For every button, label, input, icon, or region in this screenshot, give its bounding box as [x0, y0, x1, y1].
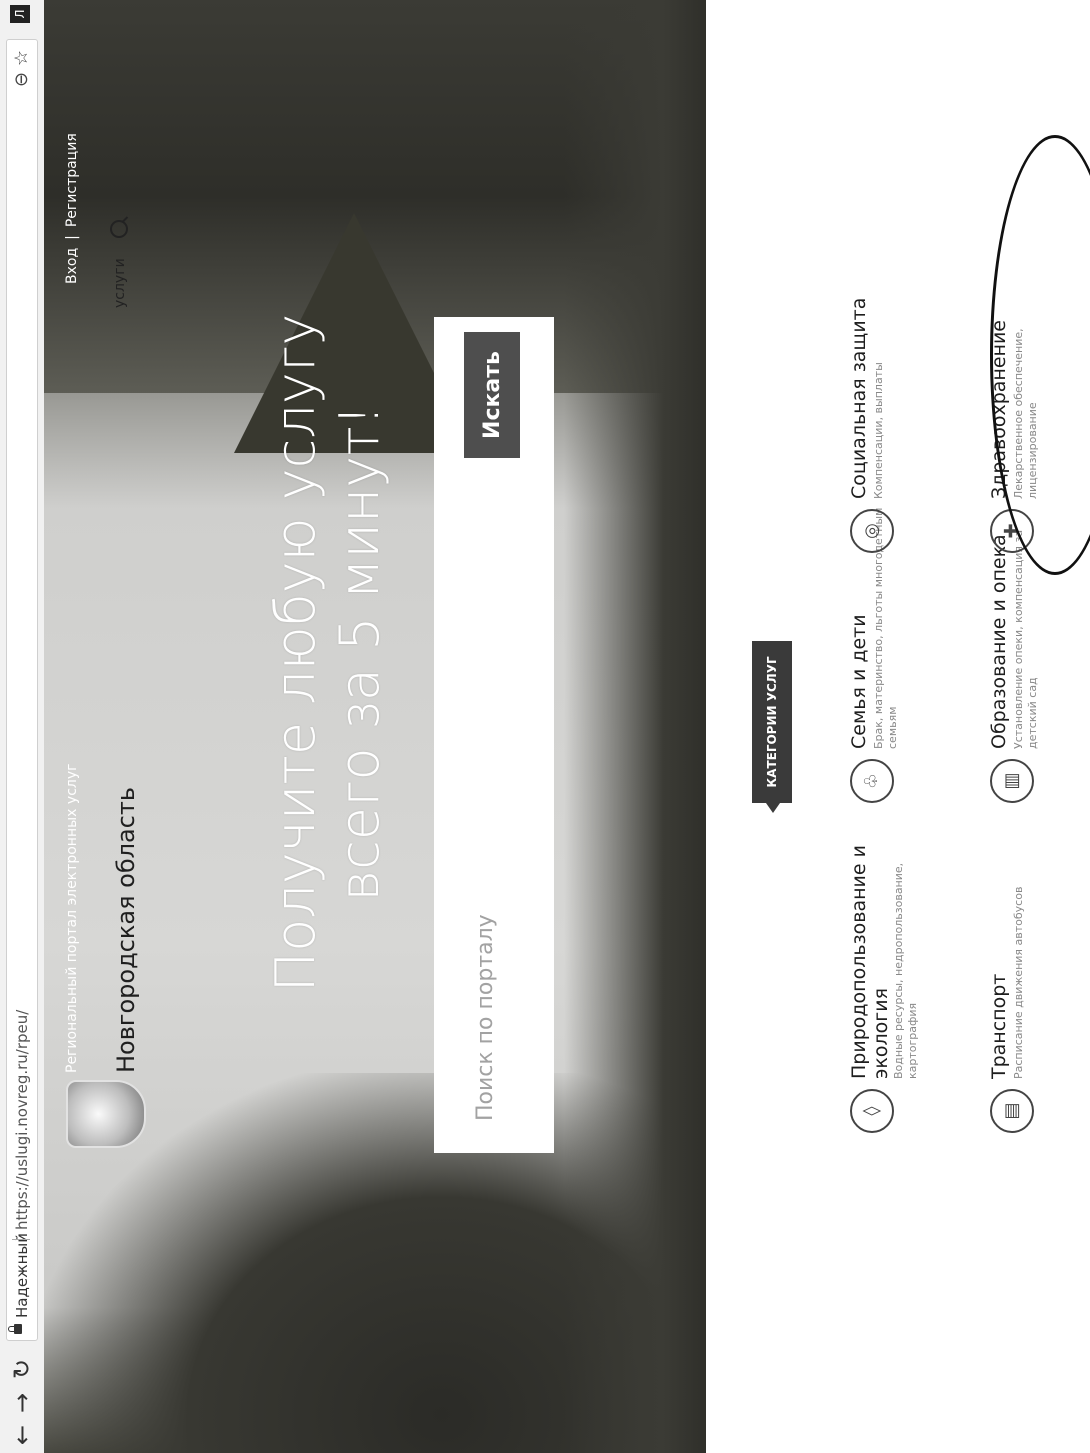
hero-headline-line2: всего за 5 минут!	[328, 404, 391, 902]
stroller-icon: ♧	[850, 759, 894, 803]
portal-search-box: Искать	[434, 317, 554, 1153]
hero-headline-line1: Получите любую услугу	[264, 313, 327, 993]
auth-links: Вход | Регистрация	[64, 129, 80, 288]
browser-toolbar: ← → ↻ Надежный https://uslugi.novreg.ru/…	[0, 0, 45, 1453]
page: ← → ↻ Надежный https://uslugi.novreg.ru/…	[0, 0, 1090, 1453]
hero-trees-bottom	[564, 0, 706, 1453]
book-icon: ▥	[990, 759, 1034, 803]
category-name: Транспорт	[988, 973, 1010, 1079]
login-link[interactable]: Вход	[64, 248, 80, 284]
bus-icon: ▤	[990, 1089, 1034, 1133]
category-name: Социальная защита	[848, 297, 870, 499]
region-title[interactable]: Новгородская область	[112, 787, 140, 1073]
portal-name: Региональный портал электронных услуг	[64, 763, 80, 1073]
auth-separator: |	[64, 235, 80, 240]
hero-banner: Региональный портал электронных услуг Но…	[44, 0, 706, 1453]
address-separator	[12, 1239, 30, 1240]
category-nature[interactable]: ◊ Природопользование и экология Водные р…	[848, 833, 950, 1133]
category-transport[interactable]: ▤ Транспорт Расписание движения автобусо…	[988, 833, 1090, 1133]
services-link[interactable]: услуги	[112, 258, 128, 308]
zoom-star-icons[interactable]: ⊖ ☆	[11, 50, 32, 87]
back-icon[interactable]: ←	[8, 1425, 36, 1445]
forward-icon[interactable]: →	[8, 1393, 36, 1413]
lock-icon	[14, 1324, 22, 1334]
lifebuoy-icon: ◎	[850, 509, 894, 553]
extension-icon[interactable]: Л	[10, 5, 30, 23]
reload-icon[interactable]: ↻	[8, 1359, 36, 1379]
category-desc: Компенсации, выплаты	[872, 362, 885, 499]
site-header: Региональный портал электронных услуг Но…	[44, 0, 146, 1453]
search-icon[interactable]	[110, 220, 128, 238]
categories-title: КАТЕГОРИИ УСЛУГ	[752, 641, 792, 803]
category-desc: Расписание движения автобусов	[1012, 886, 1025, 1079]
hero-headline: Получите любую услугу всего за 5 минут!	[264, 273, 392, 1033]
category-name: Природопользование и экология	[848, 845, 892, 1079]
region-crest-logo[interactable]	[66, 1080, 146, 1148]
category-desc: Водные ресурсы, недропользование, картог…	[892, 862, 919, 1079]
water-drop-icon: ◊	[850, 1089, 894, 1133]
url-text[interactable]: https://uslugi.novreg.ru/rpeu/	[13, 1010, 31, 1230]
register-link[interactable]: Регистрация	[64, 133, 80, 227]
address-bar[interactable]: Надежный https://uslugi.novreg.ru/rpeu/ …	[6, 39, 38, 1341]
portal-search-input[interactable]	[472, 539, 499, 1123]
category-social[interactable]: ◎ Социальная защита Компенсации, выплаты	[848, 253, 950, 553]
secure-label: Надежный	[13, 1233, 31, 1318]
search-button[interactable]: Искать	[464, 332, 520, 458]
